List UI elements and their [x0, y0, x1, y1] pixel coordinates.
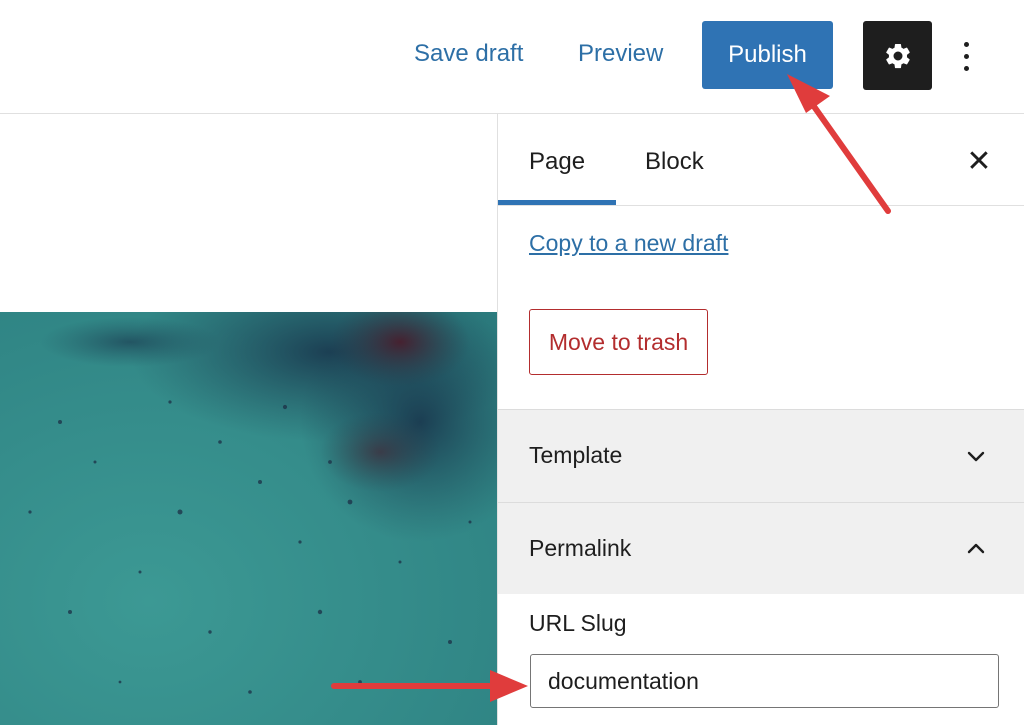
save-draft-button[interactable]: Save draft: [414, 40, 523, 68]
panel-permalink[interactable]: Permalink: [498, 502, 1024, 595]
tab-block[interactable]: Block: [645, 148, 704, 176]
url-slug-label: URL Slug: [529, 610, 627, 636]
url-slug-input[interactable]: [530, 654, 999, 708]
permalink-panel-body: URL Slug: [498, 594, 1024, 725]
sidebar-tabs: Page Block ✕: [498, 114, 1024, 206]
image-texture: [28, 312, 497, 694]
publish-button[interactable]: Publish: [702, 21, 833, 89]
copy-to-new-draft-link[interactable]: Copy to a new draft: [529, 230, 728, 257]
panel-title-template: Template: [529, 442, 623, 468]
chevron-down-icon: [967, 451, 985, 462]
move-to-trash-button[interactable]: Move to trash: [529, 309, 708, 375]
more-options-button[interactable]: [952, 34, 980, 78]
more-vertical-icon: [963, 41, 969, 47]
panel-template[interactable]: Template: [498, 409, 1024, 502]
gear-icon: [885, 43, 910, 68]
active-tab-indicator: [498, 200, 616, 205]
editor-toolbar: Save draft Preview Publish: [0, 0, 1024, 114]
featured-image-block[interactable]: [0, 312, 497, 725]
preview-button[interactable]: Preview: [578, 40, 663, 68]
tab-page[interactable]: Page: [529, 148, 585, 176]
close-icon[interactable]: ✕: [965, 147, 993, 177]
chevron-up-icon: [967, 543, 985, 554]
settings-sidebar: Page Block ✕ Copy to a new draft Move to…: [497, 114, 1024, 725]
panel-title-permalink: Permalink: [529, 535, 632, 561]
settings-button[interactable]: [863, 21, 932, 90]
